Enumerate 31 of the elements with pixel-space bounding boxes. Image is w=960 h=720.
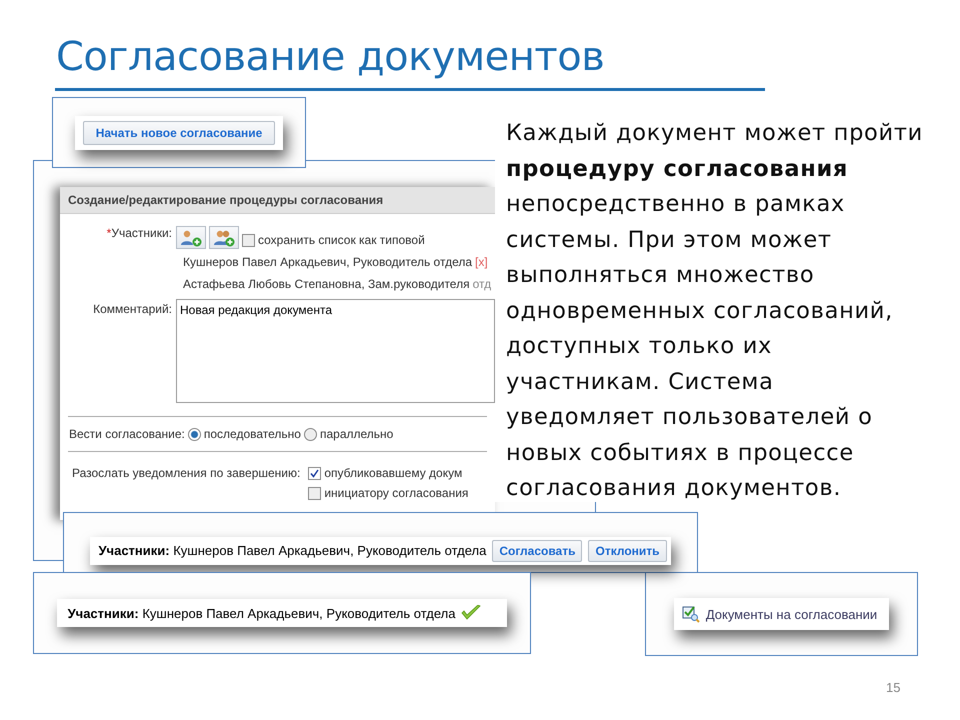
participants-label: *Участники:	[106, 226, 173, 240]
add-user-button[interactable]	[176, 226, 206, 249]
radio-button[interactable]	[304, 428, 317, 440]
start-approval-button[interactable]: Начать новое согласование	[82, 120, 276, 144]
mode-label: Вести согласование:	[69, 427, 185, 441]
comment-field[interactable]: Новая редакция документа	[176, 299, 495, 403]
slide-title: Согласование документов	[56, 34, 604, 80]
page-number: 15	[886, 680, 900, 695]
participant-entry: Астафьева Любовь Степановна, Зам.руководителя отд	[183, 277, 492, 291]
form-header: Создание/редактирование процедуры согласования	[60, 187, 495, 214]
checkbox[interactable]	[308, 466, 322, 480]
checkbox[interactable]	[308, 486, 322, 500]
checkbox-label: опубликовавшему докум	[324, 466, 462, 480]
action-button[interactable]: Отклонить	[588, 540, 667, 562]
checkbox-label: инициатору согласования	[324, 486, 468, 500]
action-button[interactable]: Согласовать	[492, 540, 582, 562]
participants-line: Участники: Кушнеров Павел Аркадьевич, Руководитель отдела	[68, 606, 456, 620]
participant-entry: Кушнеров Павел Аркадьевич, Руководитель отдела [x]	[183, 255, 488, 269]
radio-label: последовательно	[204, 427, 301, 441]
user-add-icon	[179, 228, 203, 246]
checkbox[interactable]	[242, 234, 255, 246]
add-group-button[interactable]	[209, 226, 239, 249]
comment-label: Комментарий:	[92, 301, 173, 316]
participants-line: Участники: Кушнеров Павел Аркадьевич, Руководитель отдела	[98, 543, 486, 558]
radio-button[interactable]	[188, 428, 201, 440]
checklist-magnifier-icon	[682, 605, 700, 623]
notify-label: Разослать уведомления по завершению:	[72, 466, 300, 480]
group-add-icon	[212, 228, 236, 246]
menu-item[interactable]: Документы на согласовании	[706, 606, 878, 622]
checkbox-label: сохранить список как типовой	[258, 233, 425, 247]
radio-label: параллельно	[320, 427, 394, 441]
